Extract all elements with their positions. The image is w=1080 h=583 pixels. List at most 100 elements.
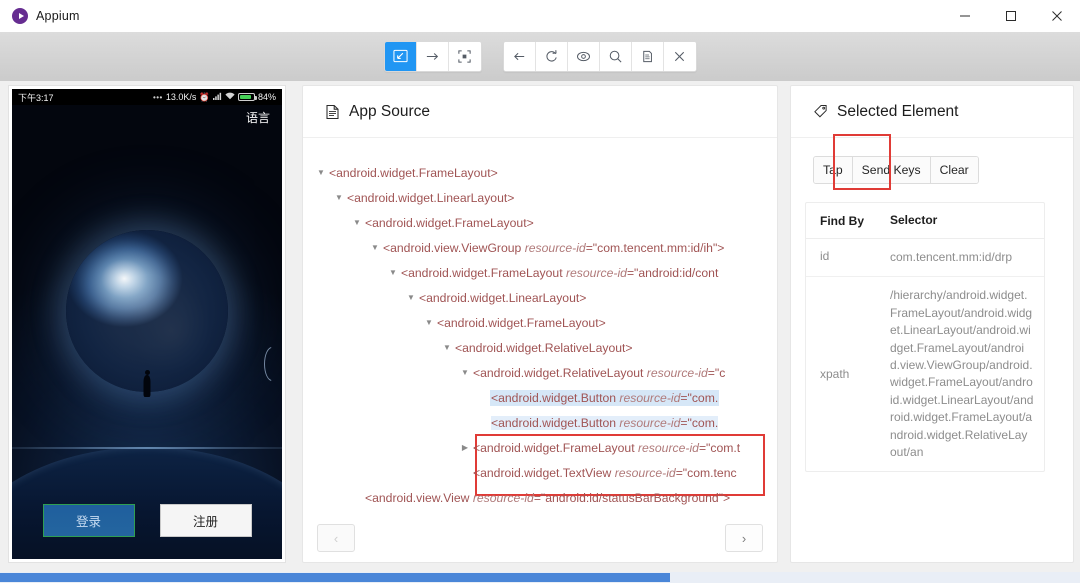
source-tree[interactable]: ▼ <android.widget.FrameLayout> ▼ <android.w… [303, 138, 777, 562]
prev-page-button[interactable]: ‹ [317, 524, 355, 552]
language-link[interactable]: 语言 [246, 109, 270, 126]
tree-row[interactable]: ▼ <android.view.ViewGroup resource-id="co… [303, 235, 777, 260]
status-dots-icon: ••• [152, 92, 163, 102]
tree-row[interactable]: ▼ <android.widget.FrameLayout resource-id… [303, 260, 777, 285]
selector-table: Find By Selector id com.tencent.mm:id/dr… [805, 202, 1045, 473]
chevron-down-icon[interactable]: ▼ [369, 243, 381, 252]
selected-element-title: Selected Element [837, 102, 959, 120]
tree-node-label: <android.widget.FrameLayout> [437, 315, 606, 330]
status-time: 下午3:17 [18, 92, 54, 103]
selected-element-header: Selected Element [791, 86, 1073, 138]
device-wallpaper [12, 105, 282, 559]
close-button[interactable] [1034, 0, 1080, 32]
minimize-button[interactable] [942, 0, 988, 32]
chevron-right-icon[interactable]: ▶ [459, 443, 471, 452]
find-by-value: xpath [820, 367, 850, 382]
back-button[interactable] [503, 42, 536, 71]
tree-row[interactable]: ▼ <android.widget.FrameLayout> [303, 160, 777, 185]
battery-percent-label: 84% [257, 92, 276, 102]
maximize-button[interactable] [988, 0, 1034, 32]
tree-row[interactable]: <android.widget.TextView resource-id="co… [303, 460, 777, 485]
app-source-title: App Source [349, 102, 430, 120]
refresh-icon[interactable] [535, 42, 568, 71]
app-title: Appium [36, 9, 80, 23]
inspector-toolbar [0, 32, 1080, 81]
next-page-button[interactable]: › [725, 524, 763, 552]
tree-node-label: <android.widget.LinearLayout> [419, 290, 587, 305]
send-keys-button[interactable]: Send Keys [852, 157, 931, 183]
alarm-icon: ⏰ [199, 91, 210, 102]
tree-row[interactable]: <android.widget.Button resource-id="com. [303, 410, 777, 435]
tree-node-label: <android.widget.TextView resource-id="co… [473, 465, 737, 480]
eye-icon[interactable] [567, 42, 600, 71]
horizontal-scrollbar[interactable] [0, 572, 1080, 583]
magnifier-icon[interactable] [599, 42, 632, 71]
device-status-bar: 下午3:17 ••• 13.0K/s ⏰ 84% [12, 89, 282, 105]
chevron-down-icon[interactable]: ▼ [441, 343, 453, 352]
tree-node-label: <android.view.ViewGroup resource-id="com… [383, 240, 725, 255]
toolbar-mode-group [383, 41, 482, 72]
tree-row[interactable]: ▼ <android.widget.LinearLayout> [303, 185, 777, 210]
battery-icon [237, 93, 257, 101]
tree-row[interactable]: ▼ <android.widget.FrameLayout> [303, 210, 777, 235]
tree-node-label: <android.view.View resource-id="android:… [365, 490, 731, 505]
screenshot-panel[interactable]: 下午3:17 ••• 13.0K/s ⏰ 84% 语言 登录 注册 [8, 85, 286, 563]
scrollbar-thumb[interactable] [0, 573, 670, 582]
source-pager: ‹ › [303, 524, 777, 552]
tree-row[interactable]: ▼ <android.widget.RelativeLayout> [303, 335, 777, 360]
tree-row[interactable]: ▼ <android.widget.FrameLayout> [303, 310, 777, 335]
device-button-row: 登录 注册 [12, 504, 282, 537]
title-bar: Appium [0, 0, 1080, 32]
clear-button[interactable]: Clear [930, 157, 978, 183]
app-source-panel: App Source ▼ <android.widget.FrameLayout>… [302, 85, 778, 563]
tree-row[interactable]: ▼ <android.widget.RelativeLayout resource… [303, 360, 777, 385]
close-x-icon[interactable] [663, 42, 696, 71]
status-right-group: ••• 13.0K/s ⏰ 84% [153, 92, 276, 103]
crosshair-frame-icon[interactable] [448, 42, 481, 71]
chevron-down-icon[interactable]: ▼ [333, 193, 345, 202]
earth-graphic [66, 230, 228, 392]
swipe-tool[interactable] [416, 42, 449, 71]
tree-node-label: <android.widget.LinearLayout> [347, 190, 515, 205]
table-row[interactable]: id com.tencent.mm:id/drp [806, 239, 1044, 278]
table-row[interactable]: xpath /hierarchy/android.widget.FrameLay… [806, 277, 1044, 471]
device-screen[interactable]: 下午3:17 ••• 13.0K/s ⏰ 84% 语言 登录 注册 [12, 89, 282, 559]
tree-node-label: <android.widget.RelativeLayout> [455, 340, 633, 355]
network-speed-label: 13.0K/s [165, 92, 197, 102]
tree-node-label: <android.widget.FrameLayout> [365, 215, 534, 230]
find-by-value: id [820, 249, 830, 263]
title-bar-left: Appium [0, 8, 80, 24]
tree-row[interactable]: <android.view.View resource-id="android:… [303, 485, 777, 510]
tap-button[interactable]: Tap [814, 157, 853, 183]
header-find-by: Find By [820, 213, 864, 228]
signal-icon [212, 92, 222, 102]
document-icon [325, 104, 340, 120]
person-silhouette [143, 375, 151, 397]
element-action-group: Tap Send Keys Clear [813, 156, 979, 184]
tree-row[interactable]: <android.widget.Button resource-id="com. [303, 385, 777, 410]
appium-inspector-window: Appium 下午3:17 ••• 13.0K/s ⏰ 84% 语言 登录 注册… [0, 0, 1080, 583]
tree-row[interactable]: ▼ <android.widget.LinearLayout> [303, 285, 777, 310]
chevron-down-icon[interactable]: ▼ [423, 318, 435, 327]
tree-node-label: <android.widget.FrameLayout resource-id=… [473, 440, 741, 455]
chevron-down-icon[interactable]: ▼ [315, 168, 327, 177]
selector-table-header: Find By Selector [806, 203, 1044, 239]
clipboard-icon[interactable] [631, 42, 664, 71]
window-controls [942, 0, 1080, 32]
chevron-down-icon[interactable]: ▼ [459, 368, 471, 377]
selected-element-panel: Selected Element Tap Send Keys Clear Find … [790, 85, 1074, 563]
chevron-down-icon[interactable]: ▼ [351, 218, 363, 227]
device-register-button[interactable]: 注册 [159, 504, 252, 537]
tree-node-label: <android.widget.FrameLayout> [329, 165, 498, 180]
wifi-icon [225, 92, 235, 102]
tree-node-label: <android.widget.Button resource-id="com. [491, 415, 719, 430]
tree-row[interactable]: ▶ <android.widget.FrameLayout resource-id… [303, 435, 777, 460]
device-login-button[interactable]: 登录 [42, 504, 135, 537]
element-action-bar: Tap Send Keys Clear [791, 138, 1073, 184]
appium-logo-icon [12, 8, 28, 24]
chevron-down-icon[interactable]: ▼ [405, 293, 417, 302]
header-selector: Selector [890, 212, 938, 227]
select-element-tool[interactable] [384, 42, 417, 71]
chevron-down-icon[interactable]: ▼ [387, 268, 399, 277]
selector-value: com.tencent.mm:id/drp [890, 250, 1013, 264]
